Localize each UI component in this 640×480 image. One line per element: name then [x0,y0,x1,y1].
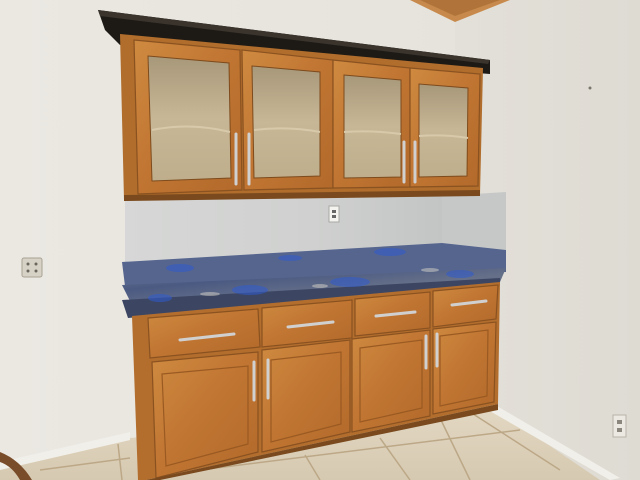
lower-door-3 [351,329,431,433]
lower-cabinet [0,0,640,480]
lower-door-2 [261,339,351,453]
